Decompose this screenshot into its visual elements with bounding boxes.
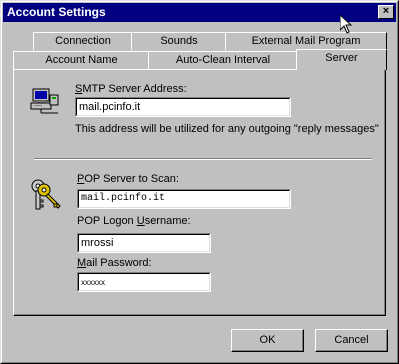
pop-server-value: mail.pcinfo.it — [81, 193, 166, 204]
section-separator — [34, 158, 372, 160]
smtp-note: This address will be utilized for any ou… — [75, 123, 379, 135]
tab-connection-label: Connection — [55, 35, 111, 47]
pop-username-value: mrossi — [81, 237, 114, 249]
tab-account-name-label: Account Name — [45, 54, 118, 66]
server-tab-panel: SMTP Server Address: mail.pcinfo.it This… — [13, 69, 386, 316]
ok-button-label: OK — [259, 334, 276, 346]
ok-button[interactable]: OK — [231, 329, 304, 352]
tab-external-mail-program[interactable]: External Mail Program — [225, 32, 387, 50]
tab-server-label: Server — [325, 52, 358, 64]
close-button[interactable]: × — [378, 5, 394, 19]
account-settings-window: Account Settings × Connection Sounds Ext… — [0, 0, 399, 364]
title-bar[interactable]: Account Settings × — [3, 3, 396, 22]
tab-auto-clean-interval-label: Auto-Clean Interval — [175, 54, 271, 66]
tab-auto-clean-interval[interactable]: Auto-Clean Interval — [148, 51, 298, 69]
close-icon: × — [382, 5, 390, 17]
tab-connection[interactable]: Connection — [33, 32, 133, 50]
mail-password-input[interactable]: xxxxxx — [77, 272, 211, 292]
smtp-server-label: SMTP Server Address: — [75, 83, 187, 95]
mail-password-label: Mail Password: — [77, 257, 152, 269]
tab-sounds-label: Sounds — [160, 35, 198, 47]
cancel-button[interactable]: Cancel — [315, 329, 388, 352]
pop-server-input[interactable]: mail.pcinfo.it — [77, 189, 291, 209]
cancel-button-label: Cancel — [334, 334, 369, 346]
mail-password-value: xxxxxx — [81, 278, 105, 287]
tab-account-name[interactable]: Account Name — [13, 51, 150, 69]
window-title: Account Settings — [7, 5, 106, 19]
pop-server-label: POP Server to Scan: — [77, 173, 179, 185]
keys-icon — [30, 178, 62, 215]
smtp-server-input[interactable]: mail.pcinfo.it — [75, 97, 291, 117]
mouse-cursor-icon — [339, 13, 353, 37]
tab-sounds[interactable]: Sounds — [131, 32, 227, 50]
tab-server[interactable]: Server — [296, 49, 387, 70]
computer-network-icon — [30, 87, 60, 118]
pop-username-label: POP Logon Username: — [77, 215, 191, 227]
smtp-server-value: mail.pcinfo.it — [79, 101, 141, 113]
pop-username-input[interactable]: mrossi — [77, 233, 211, 253]
